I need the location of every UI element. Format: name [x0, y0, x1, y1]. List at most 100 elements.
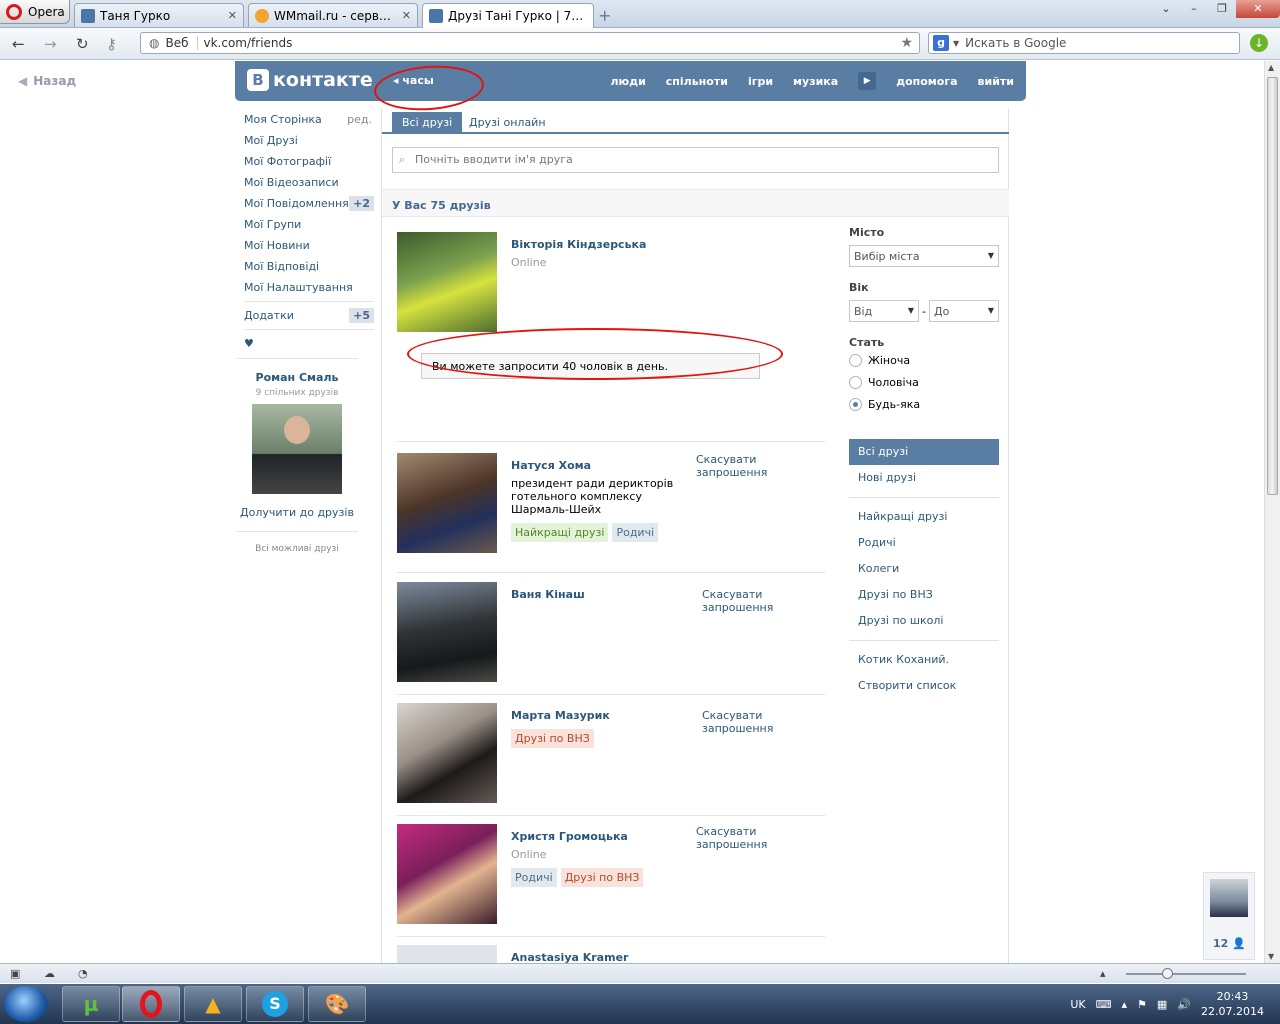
list-school[interactable]: Друзі по школі	[849, 608, 999, 634]
deactivated-avatar-icon[interactable]	[397, 945, 497, 963]
cancel-request-link[interactable]: Скасувати запрошення	[696, 453, 825, 479]
clock[interactable]: 20:43 22.07.2014	[1201, 989, 1264, 1019]
list-new-friends[interactable]: Нові друзі	[849, 465, 999, 491]
all-possible-friends-link[interactable]: Всі можливі друзі	[236, 531, 358, 554]
zoom-menu-icon[interactable]: ▴	[1100, 967, 1106, 980]
gender-female-radio[interactable]: Жіноча	[849, 349, 999, 371]
heart-icon[interactable]: ♥	[244, 333, 374, 359]
menu-item-answers[interactable]: Мої Відповіді	[244, 256, 374, 277]
flag-icon[interactable]: ⚑	[1137, 998, 1147, 1011]
zoom-slider-handle[interactable]	[1162, 968, 1173, 979]
friend-tag[interactable]: Найкращі друзі	[511, 523, 609, 542]
aimp-icon[interactable]: ▲	[184, 986, 242, 1022]
header-back-link[interactable]: ◂ часы	[393, 74, 434, 87]
nav-help[interactable]: допомога	[896, 75, 957, 88]
tab-close-icon[interactable]: ✕	[228, 9, 237, 22]
friend-avatar[interactable]	[397, 453, 497, 553]
friend-name[interactable]: Марта Мазурик	[511, 709, 610, 722]
page-scrollbar[interactable]: ▲ ▼	[1264, 61, 1280, 963]
scroll-up-icon[interactable]: ▲	[1268, 63, 1274, 72]
suggestion-name[interactable]: Роман Смаль	[236, 371, 358, 384]
tab-close-icon[interactable]: ✕	[402, 9, 411, 22]
friend-tag[interactable]: Родичі	[612, 523, 659, 542]
reload-icon[interactable]: ↻	[76, 35, 89, 53]
download-icon[interactable]: ↓	[1250, 34, 1268, 52]
menu-item-my-page[interactable]: Моя Сторінка ред.	[244, 109, 374, 130]
friend-avatar[interactable]	[397, 824, 497, 924]
start-button-icon[interactable]	[4, 986, 48, 1022]
address-bar[interactable]: ◍ Веб vk.com/friends ★	[140, 32, 920, 54]
menu-item-friends[interactable]: Мої Друзі	[244, 130, 374, 151]
keyboard-icon[interactable]: ⌨	[1096, 998, 1112, 1011]
friend-search-input[interactable]: ⌕ Почніть вводити ім'я друга	[392, 147, 999, 173]
tray-expand-icon[interactable]: ▴	[1122, 998, 1128, 1011]
nav-communities[interactable]: спільноти	[666, 75, 728, 88]
friend-avatar[interactable]	[397, 582, 497, 682]
friend-avatar[interactable]	[397, 232, 497, 332]
url-text[interactable]: vk.com/friends	[204, 36, 901, 50]
create-list-link[interactable]: Створити список	[849, 673, 999, 699]
paint-icon[interactable]: 🎨	[308, 986, 366, 1022]
language-indicator[interactable]: UK	[1070, 998, 1085, 1011]
list-custom[interactable]: Котик Коханий.	[849, 647, 999, 673]
add-friend-link[interactable]: Долучити до друзів	[236, 506, 358, 519]
tab-friends[interactable]: Друзі Тані Гурко | 75 д...	[422, 3, 594, 28]
menu-item-groups[interactable]: Мої Групи	[244, 214, 374, 235]
search-engine-dropdown-icon[interactable]: ▼	[953, 39, 959, 48]
friend-tag[interactable]: Друзі по ВНЗ	[511, 729, 594, 748]
suggestion-photo[interactable]	[252, 404, 342, 494]
menu-item-photos[interactable]: Мої Фотографії	[244, 151, 374, 172]
chat-contact-photo[interactable]	[1210, 879, 1248, 917]
cancel-request-link[interactable]: Скасувати запрошення	[702, 709, 792, 735]
nav-logout[interactable]: вийти	[978, 75, 1014, 88]
menu-item-settings[interactable]: Мої Налаштування	[244, 277, 374, 298]
scroll-down-icon[interactable]: ▼	[1268, 952, 1274, 961]
network-icon[interactable]: ▦	[1157, 998, 1167, 1011]
city-select[interactable]: Вибір міста ▼	[849, 245, 999, 267]
friend-name[interactable]: Христя Громоцька	[511, 830, 628, 843]
minimize-icon[interactable]: –	[1180, 0, 1208, 18]
list-university[interactable]: Друзі по ВНЗ	[849, 582, 999, 608]
friend-name[interactable]: Ваня Кінаш	[511, 588, 585, 601]
music-play-icon[interactable]: ▶	[858, 72, 877, 90]
list-best-friends[interactable]: Найкращі друзі	[849, 504, 999, 530]
tab-tanya-gurko[interactable]: Таня Гурко ✕	[74, 3, 244, 27]
nav-games[interactable]: ігри	[748, 75, 773, 88]
nav-people[interactable]: люди	[610, 75, 645, 88]
tab-wmmail[interactable]: WMmail.ru - сервис п... ✕	[248, 3, 418, 27]
friend-name[interactable]: Вікторія Кіндзерська	[511, 238, 646, 251]
cancel-request-link[interactable]: Скасувати запрошення	[696, 825, 825, 851]
gender-any-radio[interactable]: Будь-яка	[849, 393, 999, 415]
tab-all-friends[interactable]: Всі друзі	[392, 112, 463, 134]
back-arrow-icon[interactable]: ←	[12, 35, 25, 53]
menu-item-news[interactable]: Мої Новини	[244, 235, 374, 256]
utorrent-icon[interactable]: µ	[62, 986, 120, 1022]
opera-menu-button[interactable]: Opera	[0, 0, 70, 24]
age-from-select[interactable]: Від ▼	[849, 300, 919, 322]
edit-link[interactable]: ред.	[347, 109, 372, 130]
gender-male-radio[interactable]: Чоловіча	[849, 371, 999, 393]
list-all-friends[interactable]: Всі друзі	[849, 439, 999, 465]
tab-friends-online[interactable]: Друзі онлайн	[459, 112, 556, 134]
volume-icon[interactable]: 🔊	[1177, 998, 1191, 1011]
menu-item-apps[interactable]: Додатки +5	[244, 305, 374, 326]
cancel-request-link[interactable]: Скасувати запрошення	[702, 588, 792, 614]
cloud-icon[interactable]: ☁	[44, 967, 55, 980]
new-tab-icon[interactable]: +	[598, 6, 611, 25]
list-relatives[interactable]: Родичі	[849, 530, 999, 556]
menu-item-messages[interactable]: Мої Повідомлення +2	[244, 193, 374, 214]
skype-icon[interactable]: S	[246, 986, 304, 1022]
speed-dial-icon[interactable]: ◔	[78, 967, 88, 980]
nav-music[interactable]: музика	[793, 75, 838, 88]
age-to-select[interactable]: До ▼	[928, 300, 999, 322]
menu-item-videos[interactable]: Мої Відеозаписи	[244, 172, 374, 193]
back-link[interactable]: ◀ Назад	[18, 74, 76, 88]
opera-taskbar-icon[interactable]	[122, 986, 180, 1022]
friend-name[interactable]: Anastasiya Kramer	[511, 951, 628, 963]
scrollbar-thumb[interactable]	[1267, 77, 1278, 495]
friend-tag[interactable]: Друзі по ВНЗ	[560, 868, 644, 887]
close-window-icon[interactable]: ✕	[1236, 0, 1280, 18]
forward-arrow-icon[interactable]: →	[44, 35, 57, 53]
panel-toggle-icon[interactable]: ▣	[10, 967, 20, 980]
bookmark-star-icon[interactable]: ★	[900, 35, 919, 51]
